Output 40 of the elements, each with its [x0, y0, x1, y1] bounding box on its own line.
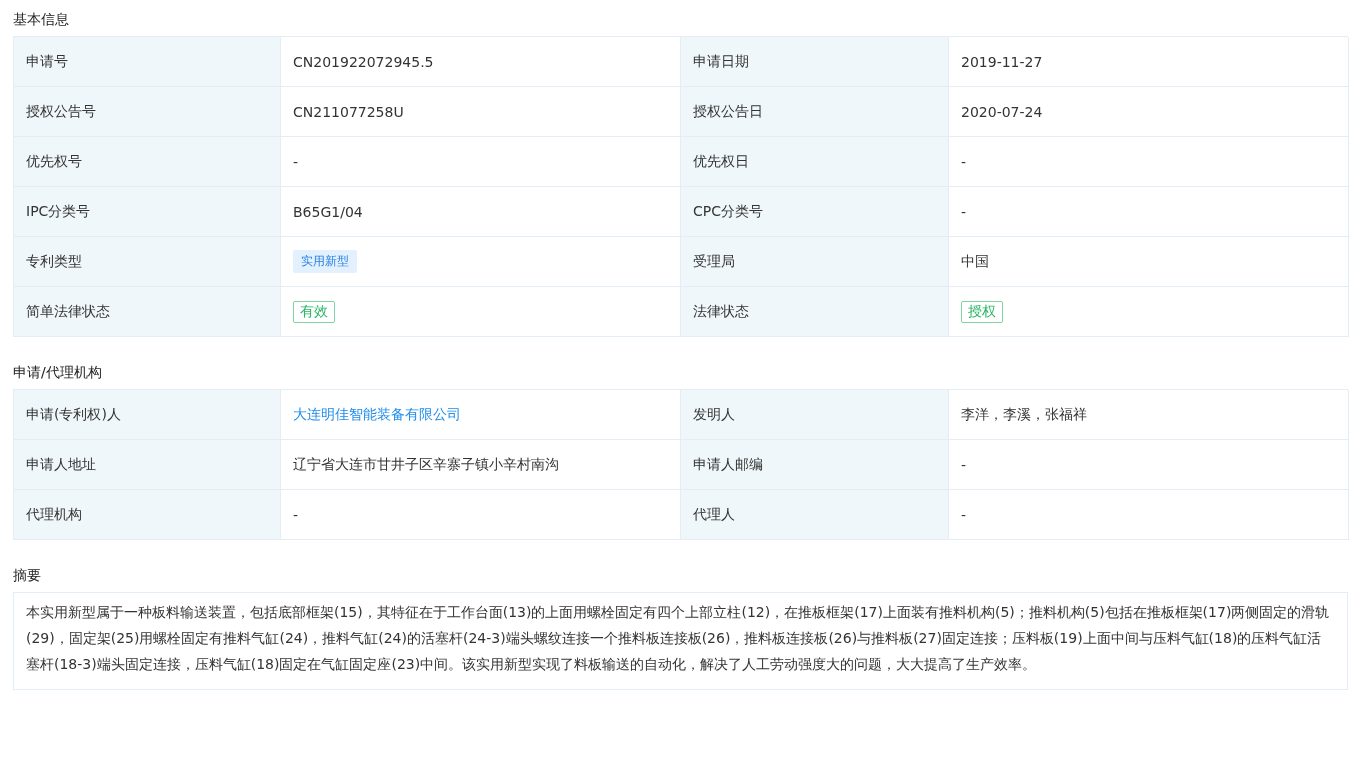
value-text: -	[961, 506, 967, 523]
value-text: CN211077258U	[293, 103, 404, 120]
label-cell: 申请日期	[681, 37, 949, 87]
value-text: 2020-07-24	[961, 103, 1043, 120]
label-cell: IPC分类号	[14, 187, 281, 237]
label-cell: 申请号	[14, 37, 281, 87]
value-text: -	[293, 506, 299, 523]
label-cell: 优先权日	[681, 137, 949, 187]
label-cell: 简单法律状态	[14, 287, 281, 337]
label-cell: 受理局	[681, 237, 949, 287]
label-cell: 优先权号	[14, 137, 281, 187]
value-text: 辽宁省大连市甘井子区辛寨子镇小辛村南沟	[293, 455, 559, 474]
label-cell: 代理机构	[14, 490, 281, 540]
label-cell: 申请人邮编	[681, 440, 949, 490]
label-cell: 授权公告号	[14, 87, 281, 137]
value-text: -	[961, 153, 967, 170]
status-tag: 授权	[961, 300, 1003, 323]
applicant-link[interactable]: 大连明佳智能装备有限公司	[293, 405, 461, 424]
value-text: B65G1/04	[293, 203, 363, 220]
abstract-text: 本实用新型属于一种板料输送装置，包括底部框架(15)，其特征在于工作台面(13)的上面用螺栓固定有四个上部立柱(12)，在推板框架(17)上面装有推料机构(5)；推料机构(5)包括在推板框架(17)两侧固定的滑轨(29)，固定架(25)用螺栓固定有推料气缸(24)，推料气缸(24)的活塞杆(24-3)端头螺纹连接一个推料板连接板(26)，推料板连接板(26)与推料板(27)固定连接；压料板(19)上面中间与压料气缸(18)的压料气缸活塞杆(18-3)端头固定连接，压料气缸(18)固定在气缸固定座(23)中间。该实用新型实现了料板输送的自动化，解决了人工劳动强度大的问题，大大提高了生产效率。	[26, 603, 1331, 674]
patent-type-tag: 实用新型	[293, 250, 357, 273]
label-cell: 代理人	[681, 490, 949, 540]
label-cell: 发明人	[681, 390, 949, 440]
label-cell: CPC分类号	[681, 187, 949, 237]
value-text: -	[961, 456, 967, 473]
section-title: 基本信息	[13, 10, 70, 29]
section-title: 摘要	[13, 566, 42, 585]
value-text: -	[293, 153, 299, 170]
value-text: 李洋，李溪，张福祥	[961, 405, 1087, 424]
label-cell: 法律状态	[681, 287, 949, 337]
value-text: -	[961, 203, 967, 220]
label-cell: 申请人地址	[14, 440, 281, 490]
label-cell: 专利类型	[14, 237, 281, 287]
value-text: CN201922072945.5	[293, 53, 434, 70]
section-title: 申请/代理机构	[13, 363, 103, 382]
value-text: 2019-11-27	[961, 53, 1043, 70]
label-cell: 申请(专利权)人	[14, 390, 281, 440]
value-text: 中国	[961, 252, 989, 271]
label-cell: 授权公告日	[681, 87, 949, 137]
status-tag: 有效	[293, 300, 335, 323]
